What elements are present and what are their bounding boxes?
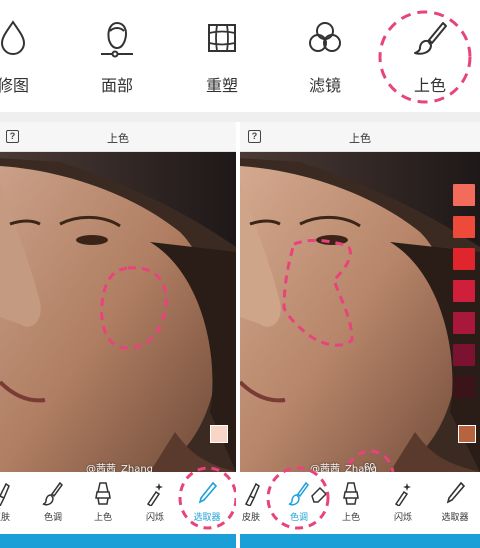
- grid-warp-icon: [208, 24, 236, 52]
- color-swatch[interactable]: [453, 216, 475, 238]
- top-menu: 修图 面部 重塑 滤镜 上色: [0, 0, 480, 112]
- tool-label: 上色: [341, 513, 360, 523]
- color-swatch[interactable]: [453, 184, 475, 206]
- color-swatch[interactable]: [453, 312, 475, 334]
- panel-title: 上色: [349, 132, 371, 145]
- tool-label: 闪烁: [393, 513, 412, 523]
- tool-picker[interactable]: 选取器: [432, 478, 478, 528]
- top-item-label: 重塑: [205, 76, 238, 95]
- top-item-face[interactable]: 面部: [72, 0, 162, 112]
- sparkle-brush-icon: [146, 483, 163, 506]
- tool-label: 上色: [93, 513, 112, 523]
- top-item-label: 滤镜: [308, 76, 341, 95]
- tool-color[interactable]: 上色: [328, 478, 374, 528]
- action-bar: [240, 534, 480, 548]
- highlight-cheek-circle: [100, 266, 168, 350]
- top-item-label: 面部: [100, 76, 133, 95]
- color-swatch[interactable]: [453, 248, 475, 270]
- color-swatch[interactable]: [453, 376, 475, 398]
- highlight-cheek-shape: [282, 238, 354, 347]
- tool-label: 色调: [43, 513, 62, 523]
- portrait-image: [240, 152, 480, 472]
- tool-label: 闪烁: [145, 513, 164, 523]
- top-item-retouch[interactable]: 修图: [0, 0, 58, 112]
- tool-sparkle[interactable]: 闪烁: [132, 478, 178, 528]
- color-swatch[interactable]: [453, 280, 475, 302]
- highlight-tool-circle: [266, 466, 330, 530]
- tool-label: 选取器: [441, 513, 469, 523]
- left-panel: ? 上色 @茜茜_Zhang 肤 色调 上色 闪烁 选取器: [0, 122, 236, 548]
- photo-canvas[interactable]: @茜茜_Zhang: [0, 152, 236, 472]
- skin-brush-icon: [244, 482, 260, 506]
- tone-brush-icon: [42, 481, 63, 506]
- panel-title: 上色: [107, 132, 129, 145]
- color-brush-icon: [95, 482, 111, 505]
- sparkle-brush-icon: [394, 483, 411, 506]
- highlight-tool-circle: [178, 466, 236, 530]
- tool-sparkle[interactable]: 闪烁: [380, 478, 426, 528]
- top-item-label: 修图: [0, 76, 29, 95]
- filter-circles-icon: [309, 22, 341, 52]
- tool-bar: 皮肤 色调 上色 闪烁 选取器: [0, 466, 236, 534]
- selected-color-swatch[interactable]: [210, 425, 228, 443]
- watermark: @茜茜_Zhang: [86, 464, 154, 472]
- tool-skin[interactable]: 皮肤: [0, 478, 24, 528]
- top-item-reshape[interactable]: 重塑: [177, 0, 267, 112]
- right-panel: ? 上色 60 @茜茜_Zhang 皮肤 色调 上色 闪烁 选取器: [240, 122, 480, 548]
- skin-brush-icon: [0, 482, 10, 506]
- tool-tone[interactable]: 色调: [30, 478, 76, 528]
- action-bar: [0, 534, 236, 548]
- tool-bar: 皮肤 色调 上色 闪烁 选取器: [240, 466, 480, 534]
- face-adjust-icon: [101, 21, 133, 58]
- color-swatch[interactable]: [453, 344, 475, 366]
- divider: [0, 112, 480, 122]
- color-palette: [453, 184, 475, 408]
- color-brush-icon: [343, 482, 359, 505]
- picker-icon: [446, 481, 466, 504]
- photo-canvas[interactable]: 60 @茜茜_Zhang: [240, 152, 480, 472]
- tool-color[interactable]: 上色: [80, 478, 126, 528]
- selected-color-swatch[interactable]: [458, 425, 476, 443]
- highlight-circle: [378, 10, 472, 104]
- panel-header: ? 上色: [240, 122, 480, 152]
- tool-label: 皮肤: [0, 513, 10, 523]
- drop-icon: [0, 20, 26, 55]
- top-item-filter[interactable]: 滤镜: [280, 0, 370, 112]
- panel-header: ? 上色: [0, 122, 236, 152]
